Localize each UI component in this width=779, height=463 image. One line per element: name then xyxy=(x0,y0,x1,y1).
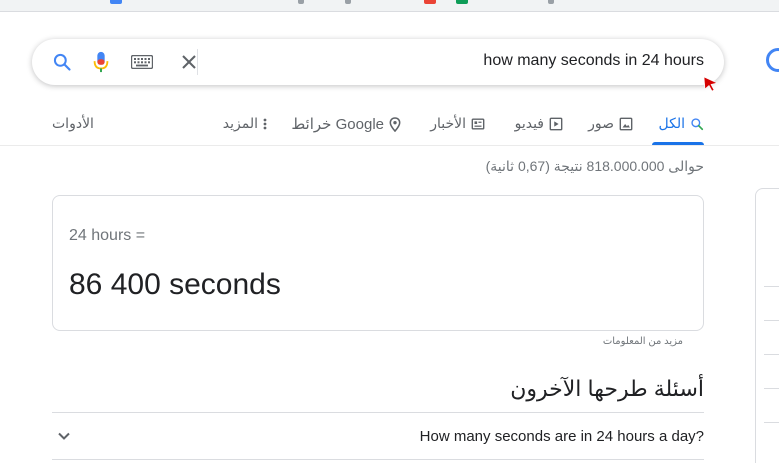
tab-maps-label: خرائط Google xyxy=(291,116,384,133)
tab-videos-label: فيديو xyxy=(514,115,544,131)
image-icon xyxy=(619,117,633,130)
converter-equation: 24 hours = xyxy=(69,227,146,244)
tab-videos[interactable]: فيديو xyxy=(515,115,563,132)
people-also-ask-title: أسئلة طرحها الآخرون xyxy=(510,376,704,401)
tab-tools[interactable]: الأدوات xyxy=(52,115,94,132)
search-icon xyxy=(691,117,704,130)
more-vert-icon xyxy=(263,118,267,129)
news-icon xyxy=(471,117,485,130)
video-icon xyxy=(549,117,563,130)
converter-result: 86 400 seconds xyxy=(69,268,281,301)
tab-news-label: الأخبار xyxy=(430,115,466,131)
divider xyxy=(764,354,779,355)
divider xyxy=(764,388,779,389)
tab-images-label: صور xyxy=(588,115,614,131)
unit-converter-card: 24 hours = 86 400 seconds xyxy=(52,195,704,331)
tab-more[interactable]: المزيد xyxy=(223,115,267,132)
tab-more-label: المزيد xyxy=(222,115,258,131)
divider xyxy=(52,459,704,460)
microphone-icon[interactable] xyxy=(90,51,112,73)
partial-logo xyxy=(766,48,779,72)
bookmark-favicon[interactable] xyxy=(456,0,468,4)
search-input[interactable]: how many seconds in 24 hours xyxy=(483,52,704,70)
search-box[interactable]: how many seconds in 24 hours xyxy=(32,39,724,85)
search-icon[interactable] xyxy=(51,51,73,73)
result-stats: حوالى 818.000.000 نتيجة (0,67 ثانية) xyxy=(485,158,704,174)
tab-all[interactable]: الكل xyxy=(659,115,705,132)
browser-bookmarks-bar xyxy=(0,0,779,12)
bookmark-favicon[interactable] xyxy=(110,0,122,4)
tab-news[interactable]: الأخبار xyxy=(430,115,485,132)
paa-question[interactable]: How many seconds are in 24 hours a day? xyxy=(420,428,704,445)
bookmark-favicon[interactable] xyxy=(298,0,304,4)
divider xyxy=(764,422,779,423)
tab-all-label: الكل xyxy=(658,115,686,131)
clear-icon[interactable] xyxy=(178,51,200,73)
bookmark-favicon[interactable] xyxy=(424,0,436,4)
search-tabs: الكل صور فيديو الأخبار خرائط Google المز… xyxy=(0,100,779,146)
map-pin-icon xyxy=(389,116,401,132)
keyboard-icon[interactable] xyxy=(130,51,154,73)
tab-maps[interactable]: خرائط Google xyxy=(291,115,401,133)
divider xyxy=(764,286,779,287)
mouse-cursor-icon xyxy=(703,76,719,97)
bookmark-favicon[interactable] xyxy=(345,0,351,4)
divider xyxy=(764,320,779,321)
divider xyxy=(52,412,704,413)
tab-images[interactable]: صور xyxy=(588,115,633,132)
tab-tools-label: الأدوات xyxy=(52,115,94,131)
chevron-down-icon[interactable] xyxy=(56,428,72,449)
active-tab-indicator xyxy=(652,142,704,145)
more-info-link[interactable]: مزيد من المعلومات xyxy=(603,336,683,347)
bookmark-favicon[interactable] xyxy=(548,0,554,4)
